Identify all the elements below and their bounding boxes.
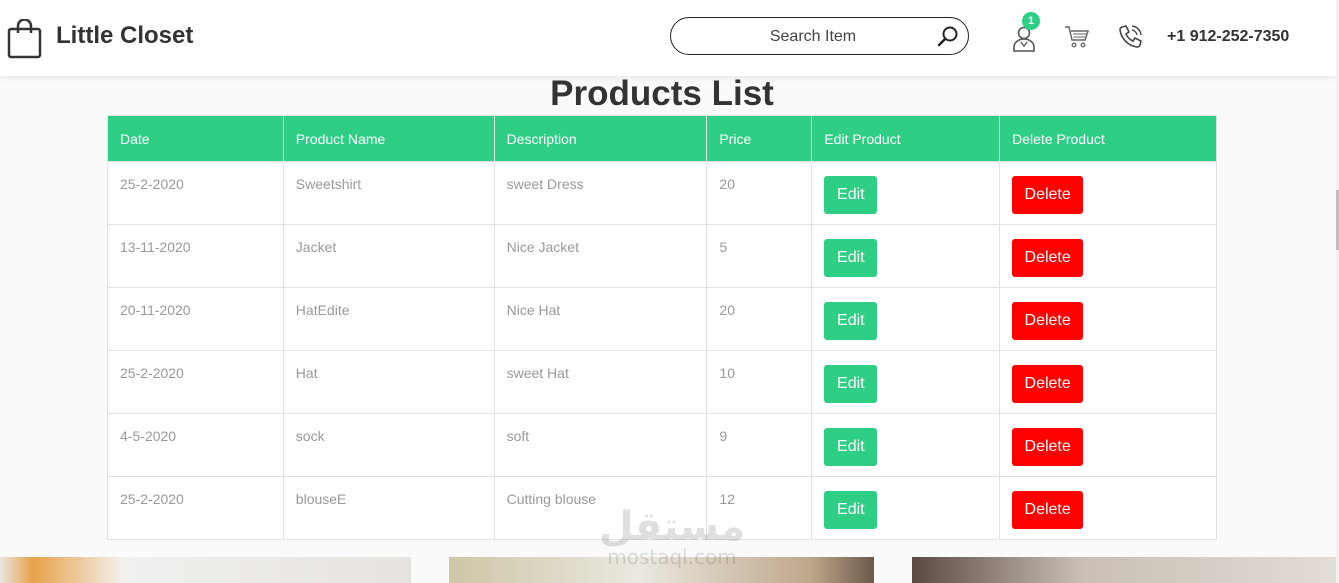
cell-price: 5 — [706, 224, 813, 288]
brand-name[interactable]: Little Closet — [56, 22, 193, 50]
edit-button[interactable]: Edit — [824, 491, 878, 529]
delete-button[interactable]: Delete — [1012, 302, 1084, 340]
cell-edit: Edit — [811, 287, 1001, 351]
delete-button[interactable]: Delete — [1012, 176, 1084, 214]
cell-date: 4-5-2020 — [107, 413, 284, 477]
column-header-product-name: Product Name — [282, 115, 495, 162]
cell-description: sweet Dress — [493, 161, 708, 225]
cell-description: soft — [493, 413, 708, 477]
product-image-thumbnail[interactable] — [0, 557, 411, 583]
table-header-row: Date Product Name Description Price Edit… — [107, 115, 1217, 162]
table-row: 25-2-2020 Sweetshirt sweet Dress 20 Edit… — [107, 161, 1217, 225]
phone-icon[interactable] — [1117, 24, 1143, 50]
products-table: Date Product Name Description Price Edit… — [107, 115, 1217, 540]
cell-product-name: Hat — [282, 350, 495, 414]
cell-product-name: Sweetshirt — [282, 161, 495, 225]
cell-product-name: sock — [282, 413, 495, 477]
cell-date: 25-2-2020 — [107, 161, 284, 225]
column-header-edit-product: Edit Product — [811, 115, 1001, 162]
cell-product-name: HatEdite — [282, 287, 495, 351]
cell-product-name: blouseE — [282, 476, 495, 540]
cell-description: Cutting blouse — [493, 476, 708, 540]
edit-button[interactable]: Edit — [824, 365, 878, 403]
cell-description: sweet Hat — [493, 350, 708, 414]
cell-description: Nice Hat — [493, 287, 708, 351]
column-header-description: Description — [493, 115, 708, 162]
cell-delete: Delete — [999, 161, 1217, 225]
cell-edit: Edit — [811, 161, 1001, 225]
cell-price: 10 — [706, 350, 813, 414]
cell-edit: Edit — [811, 224, 1001, 288]
column-header-date: Date — [107, 115, 284, 162]
table-row: 25-2-2020 blouseE Cutting blouse 12 Edit… — [107, 476, 1217, 540]
site-header: Little Closet 1 +1 912-252-7350 — [0, 0, 1336, 76]
edit-button[interactable]: Edit — [824, 302, 878, 340]
cell-delete: Delete — [999, 476, 1217, 540]
cell-date: 13-11-2020 — [107, 224, 284, 288]
table-row: 25-2-2020 Hat sweet Hat 10 Edit Delete — [107, 350, 1217, 414]
cell-edit: Edit — [811, 476, 1001, 540]
cell-price: 20 — [706, 287, 813, 351]
table-row: 13-11-2020 Jacket Nice Jacket 5 Edit Del… — [107, 224, 1217, 288]
delete-button[interactable]: Delete — [1012, 428, 1084, 466]
cell-edit: Edit — [811, 350, 1001, 414]
cell-delete: Delete — [999, 350, 1217, 414]
cart-count-badge: 1 — [1022, 12, 1040, 30]
cell-delete: Delete — [999, 224, 1217, 288]
phone-number[interactable]: +1 912-252-7350 — [1167, 28, 1289, 46]
product-image-thumbnail[interactable] — [449, 557, 874, 583]
column-header-price: Price — [706, 115, 813, 162]
page-title: Products List — [550, 74, 774, 113]
edit-button[interactable]: Edit — [824, 239, 878, 277]
cell-delete: Delete — [999, 413, 1217, 477]
shopping-bag-icon[interactable] — [7, 19, 42, 59]
product-image-thumbnail[interactable] — [912, 557, 1336, 583]
cell-date: 20-11-2020 — [107, 287, 284, 351]
cell-delete: Delete — [999, 287, 1217, 351]
search-input[interactable] — [691, 18, 935, 56]
delete-button[interactable]: Delete — [1012, 239, 1084, 277]
cell-edit: Edit — [811, 413, 1001, 477]
cell-description: Nice Jacket — [493, 224, 708, 288]
cell-price: 12 — [706, 476, 813, 540]
search-box — [670, 17, 969, 56]
edit-button[interactable]: Edit — [824, 176, 878, 214]
cell-price: 9 — [706, 413, 813, 477]
cart-icon[interactable] — [1064, 25, 1090, 49]
delete-button[interactable]: Delete — [1012, 365, 1084, 403]
cell-date: 25-2-2020 — [107, 350, 284, 414]
delete-button[interactable]: Delete — [1012, 491, 1084, 529]
table-row: 20-11-2020 HatEdite Nice Hat 20 Edit Del… — [107, 287, 1217, 351]
cell-date: 25-2-2020 — [107, 476, 284, 540]
cell-product-name: Jacket — [282, 224, 495, 288]
column-header-delete-product: Delete Product — [999, 115, 1217, 162]
table-row: 4-5-2020 sock soft 9 Edit Delete — [107, 413, 1217, 477]
search-icon[interactable] — [937, 25, 959, 47]
cell-price: 20 — [706, 161, 813, 225]
edit-button[interactable]: Edit — [824, 428, 878, 466]
